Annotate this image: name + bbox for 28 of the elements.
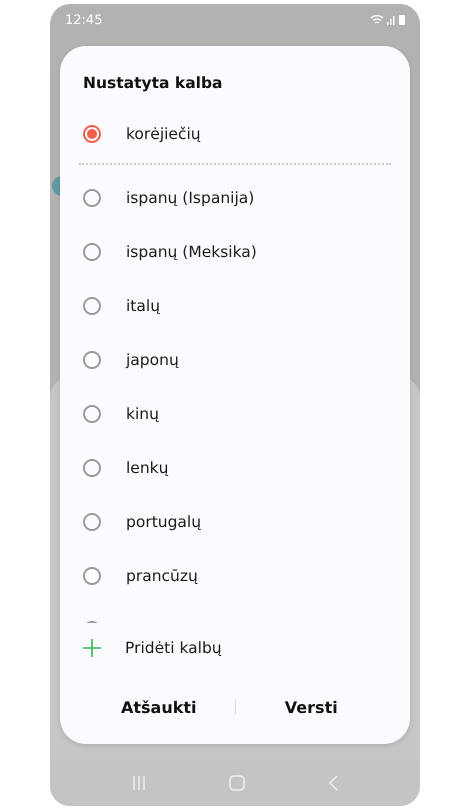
home-icon[interactable] [228,775,245,791]
add-language-link[interactable]: Pridėti kalbų [125,639,222,658]
radio-button[interactable] [83,189,101,207]
language-option[interactable]: kinų [126,405,159,423]
language-option[interactable]: prancūzų [126,567,198,585]
status-time: 12:45 [65,12,102,28]
back-icon[interactable] [328,775,338,791]
language-option[interactable]: portugalų [126,513,202,531]
radio-button[interactable] [83,297,101,315]
language-option[interactable]: korėjiečių [126,125,201,143]
dialog-title: Nustatyta kalba [83,73,224,94]
radio-button[interactable] [83,351,101,369]
radio-button[interactable] [83,125,101,143]
recent-apps-icon[interactable] [132,775,146,791]
language-option[interactable]: japonų [126,351,179,369]
radio-button[interactable] [83,405,101,423]
language-option[interactable]: ispanų (Meksika) [126,243,257,261]
radio-button[interactable] [83,513,101,531]
dialog-button[interactable]: Versti [236,683,387,731]
radio-button[interactable] [83,459,101,477]
language-option[interactable]: italų [126,297,160,315]
language-option[interactable]: ispanų (Ispanija) [126,189,254,207]
dialog-button[interactable]: Atšaukti [83,683,234,731]
language-option[interactable]: lenkų [126,459,168,477]
radio-button[interactable] [83,243,101,261]
status-icons [370,14,406,26]
plus-icon[interactable] [83,639,101,658]
radio-button[interactable] [83,567,101,585]
